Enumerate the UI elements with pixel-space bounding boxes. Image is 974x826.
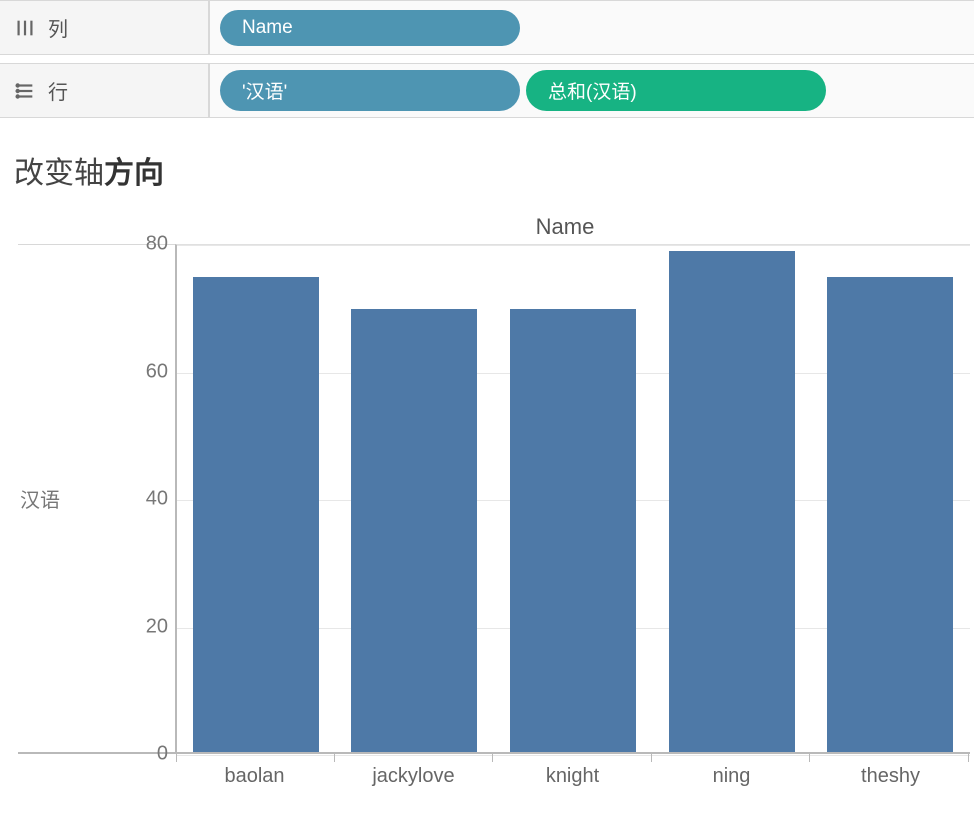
chart-x-header: Name [386,214,595,240]
chart-y-tick: 0 [118,743,168,766]
chart-bar[interactable] [510,309,636,754]
chart-x-labels: baolanjackyloveknightningtheshy [175,765,970,788]
chart-y-tick: 60 [118,360,168,383]
pill-hanyu[interactable]: '汉语' [220,70,520,111]
chart-category-separator [968,754,969,762]
chart-bar-slot [177,245,336,754]
chart: Name 汉语 baolanjackyloveknightningtheshy … [10,204,970,794]
chart-bar-slot [811,245,970,754]
rows-shelf-label-cell: 行 [0,64,210,117]
pill-sum-hanyu-text: 总和(汉语) [548,77,637,104]
rows-icon [14,80,36,102]
chart-x-tick-label: ning [652,765,811,788]
chart-x-tick-label: knight [493,765,652,788]
columns-shelf: 列 Name [0,0,974,55]
chart-plot-area[interactable] [175,244,970,754]
chart-category-separator [492,754,493,762]
sheet-title-bold: 方向 [104,157,164,190]
chart-y-tick: 40 [118,488,168,511]
chart-category-separator [809,754,810,762]
chart-gridline [177,755,970,756]
rows-shelf-label: 行 [48,76,68,105]
pill-hanyu-text: '汉语' [242,77,287,104]
rows-shelf: 行 '汉语' 总和(汉语) [0,63,974,118]
chart-bar[interactable] [193,277,319,754]
rows-shelf-content[interactable]: '汉语' 总和(汉语) [210,64,974,117]
pill-name-text: Name [242,17,293,39]
chart-bar[interactable] [669,251,795,754]
chart-bar-slot [494,245,653,754]
chart-bar[interactable] [827,277,953,754]
sheet-title-plain: 改变轴 [14,157,104,190]
chart-y-tick: 80 [118,233,168,256]
chart-bar[interactable] [351,309,477,754]
chart-category-separator [334,754,335,762]
pill-name[interactable]: Name [220,10,520,46]
pill-sum-hanyu[interactable]: 总和(汉语) [526,70,826,111]
chart-bar-slot [653,245,812,754]
chart-category-separator [651,754,652,762]
chart-category-separator [176,754,177,762]
chart-x-tick-label: theshy [811,765,970,788]
chart-bar-slot [336,245,495,754]
sheet-title[interactable]: 改变轴方向 [14,157,164,190]
columns-shelf-label: 列 [48,13,68,42]
columns-shelf-content[interactable]: Name [210,1,974,54]
sheet-title-area: 改变轴方向 [0,118,974,204]
columns-shelf-label-cell: 列 [0,1,210,54]
chart-y-axis-label: 汉语 [20,484,60,513]
chart-x-tick-label: jackylove [334,765,493,788]
chart-y-tick: 20 [118,615,168,638]
chart-x-tick-label: baolan [175,765,334,788]
columns-icon [14,17,36,39]
